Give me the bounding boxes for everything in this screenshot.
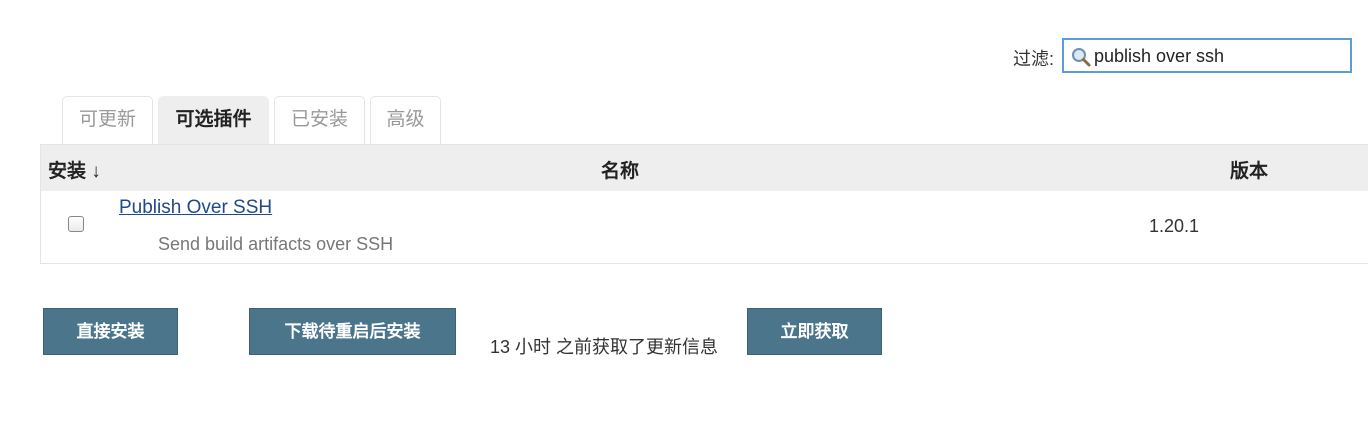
- tab-advanced[interactable]: 高级: [370, 96, 441, 144]
- plugin-version: 1.20.1: [1149, 216, 1200, 236]
- table-header: 安装 ↓ 名称 版本: [41, 145, 1368, 191]
- plugin-table: 安装 ↓ 名称 版本 Publish Over SSH Send build a…: [40, 144, 1368, 264]
- plugin-description: Send build artifacts over SSH: [158, 234, 394, 254]
- filter-box[interactable]: [1062, 38, 1352, 73]
- plugin-manager-page: 过滤: 可更新 可选插件 已安装 高级 安装 ↓ 名称 版本 Publish O…: [0, 0, 1368, 441]
- check-now-button[interactable]: 立即获取: [747, 308, 882, 355]
- plugin-name-link[interactable]: Publish Over SSH: [119, 197, 272, 219]
- column-header-install[interactable]: 安装 ↓: [48, 156, 101, 183]
- tab-available[interactable]: 可选插件: [158, 96, 269, 144]
- column-header-name[interactable]: 名称: [601, 156, 639, 183]
- column-header-version[interactable]: 版本: [1230, 156, 1268, 183]
- tab-installed[interactable]: 已安装: [274, 96, 365, 144]
- tab-updates[interactable]: 可更新: [62, 96, 153, 144]
- search-icon: [1072, 48, 1091, 67]
- install-now-button[interactable]: 直接安装: [43, 308, 178, 355]
- filter-label: 过滤:: [1013, 49, 1055, 69]
- update-info-text: 13 小时 之前获取了更新信息: [490, 337, 719, 357]
- install-checkbox[interactable]: [68, 216, 84, 232]
- download-install-after-restart-button[interactable]: 下载待重启后安装: [249, 308, 456, 355]
- filter-input[interactable]: [1094, 43, 1344, 69]
